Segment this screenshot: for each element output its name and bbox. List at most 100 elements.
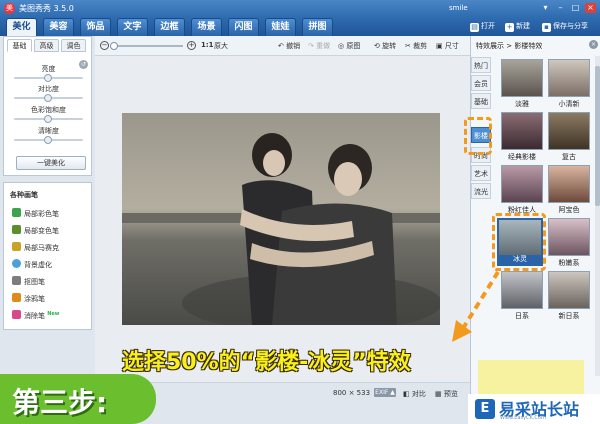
new-button[interactable]: + 新建 bbox=[505, 21, 530, 32]
tab-accessories[interactable]: 饰品 bbox=[80, 18, 111, 36]
brush-label: 消除笔 bbox=[24, 312, 45, 320]
folder-icon: ▤ bbox=[470, 23, 479, 32]
zoom-knob[interactable] bbox=[110, 42, 118, 50]
tab-doll[interactable]: 娃娃 bbox=[265, 18, 296, 36]
open-label: 打开 bbox=[481, 22, 495, 30]
effect-label: 复古 bbox=[562, 153, 576, 161]
category-streamer[interactable]: 流光 bbox=[471, 183, 491, 199]
category-basic[interactable]: 基础 bbox=[471, 93, 491, 109]
tab-collage[interactable]: 拼图 bbox=[302, 18, 333, 36]
highlight-category bbox=[464, 117, 492, 155]
brush-item[interactable]: 局部变色笔 bbox=[12, 225, 59, 236]
effect-thumb[interactable] bbox=[548, 165, 590, 203]
brush-item[interactable]: 抠图笔 bbox=[12, 276, 45, 287]
zoom-out-icon[interactable]: − bbox=[100, 41, 109, 50]
recolor-brush-icon bbox=[12, 225, 21, 234]
crop-button[interactable]: ✂ 裁剪 bbox=[405, 41, 427, 51]
category-hot[interactable]: 热门 bbox=[471, 57, 491, 73]
slider-knob[interactable] bbox=[44, 94, 52, 102]
tab-beautify[interactable]: 美化 bbox=[6, 18, 37, 36]
brush-item[interactable]: 局部马赛克 bbox=[12, 242, 59, 253]
cutout-icon bbox=[12, 276, 21, 285]
redo-button[interactable]: ↷ 重做 bbox=[308, 41, 330, 51]
close-effects-icon[interactable]: × bbox=[589, 40, 598, 49]
effects-scrollbar[interactable] bbox=[595, 56, 600, 376]
brush-item[interactable]: 背景虚化 bbox=[12, 259, 52, 270]
compare-button[interactable]: ◧ 对比 bbox=[403, 389, 426, 399]
pencil-icon bbox=[12, 293, 21, 302]
tab-frame[interactable]: 边框 bbox=[154, 18, 185, 36]
preview-button[interactable]: ▦ 预览 bbox=[435, 389, 458, 399]
skin-icon[interactable]: ▾ bbox=[540, 3, 551, 13]
effect-thumb[interactable] bbox=[548, 271, 590, 309]
maximize-icon[interactable]: □ bbox=[570, 3, 581, 13]
category-lomo[interactable]: 会员 bbox=[471, 75, 491, 91]
rotate-label: 旋转 bbox=[382, 42, 397, 50]
redo-label: 重做 bbox=[316, 42, 331, 50]
auto-beautify-button[interactable]: 一键美化 bbox=[16, 156, 86, 170]
undo-button[interactable]: ↶ 撤销 bbox=[278, 41, 300, 51]
zoom-slider[interactable] bbox=[110, 42, 183, 50]
save-icon: ▪ bbox=[542, 23, 551, 32]
effect-thumb[interactable] bbox=[501, 112, 543, 150]
title-bar: 美 美图秀秀 3.5.0 smile ▾ – □ × bbox=[0, 0, 600, 17]
save-share-button[interactable]: ▪ 保存与分享 bbox=[542, 21, 588, 32]
brush-label: 背景虚化 bbox=[24, 261, 52, 269]
photo-image[interactable] bbox=[122, 113, 440, 325]
save-share-label: 保存与分享 bbox=[553, 22, 588, 30]
exif-badge[interactable]: EXIF ▲ bbox=[374, 388, 396, 397]
tab-text[interactable]: 文字 bbox=[117, 18, 148, 36]
compare-label: 对比 bbox=[411, 390, 426, 398]
enlarge-label[interactable]: 原大 bbox=[214, 41, 228, 51]
color-brush-icon bbox=[12, 208, 21, 217]
effect-thumb[interactable] bbox=[548, 218, 590, 256]
rotate-button[interactable]: ⟲ 旋转 bbox=[374, 41, 396, 51]
original-button[interactable]: ◎ 原图 bbox=[338, 41, 360, 51]
effect-label: 新日系 bbox=[558, 312, 580, 320]
close-icon[interactable]: × bbox=[585, 3, 596, 13]
effect-label: 粉嫩系 bbox=[558, 259, 580, 267]
sharpness-slider[interactable] bbox=[14, 136, 83, 144]
slider-knob[interactable] bbox=[44, 74, 52, 82]
saturation-slider[interactable] bbox=[14, 115, 83, 123]
effect-thumb[interactable] bbox=[501, 165, 543, 203]
open-button[interactable]: ▤ 打开 bbox=[470, 21, 495, 32]
resize-button[interactable]: ▣ 尺寸 bbox=[436, 41, 459, 51]
preview-label: 预览 bbox=[443, 390, 458, 398]
scroll-thumb[interactable] bbox=[595, 66, 600, 206]
subtab-advanced[interactable]: 高级 bbox=[34, 39, 59, 52]
highlight-effect bbox=[492, 213, 546, 271]
effect-label: 阿宝色 bbox=[558, 206, 580, 214]
brush-label: 涂鸦笔 bbox=[24, 295, 45, 303]
tab-beauty[interactable]: 美容 bbox=[43, 18, 74, 36]
actual-size-button[interactable]: 1:1 bbox=[201, 41, 214, 49]
canvas-area[interactable] bbox=[95, 56, 470, 382]
tab-scene[interactable]: 场景 bbox=[191, 18, 222, 36]
subtab-tint[interactable]: 调色 bbox=[61, 39, 86, 52]
brush-item[interactable]: 局部彩色笔 bbox=[12, 208, 59, 219]
user-name[interactable]: smile bbox=[449, 4, 468, 12]
category-art[interactable]: 艺术 bbox=[471, 165, 491, 181]
minimize-icon[interactable]: – bbox=[555, 3, 566, 13]
effect-thumb[interactable] bbox=[501, 59, 543, 97]
effects-breadcrumb: 特效展示 > 影楼特效 bbox=[476, 42, 543, 50]
sharpness-label: 清晰度 bbox=[38, 127, 59, 135]
zoom-in-icon[interactable]: + bbox=[187, 41, 196, 50]
crop-label: 裁剪 bbox=[413, 42, 428, 50]
subtab-basic[interactable]: 基础 bbox=[7, 39, 32, 52]
watermark-logo-icon: E bbox=[475, 399, 495, 419]
original-label: 原图 bbox=[346, 42, 361, 50]
brush-item[interactable]: 消除笔 New bbox=[12, 310, 59, 321]
effect-thumb[interactable] bbox=[548, 59, 590, 97]
contrast-slider[interactable] bbox=[14, 94, 83, 102]
slider-knob[interactable] bbox=[44, 136, 52, 144]
effect-thumb[interactable] bbox=[548, 112, 590, 150]
member-badge: 会员 bbox=[474, 80, 488, 88]
slider-knob[interactable] bbox=[44, 115, 52, 123]
brightness-slider[interactable] bbox=[14, 74, 83, 82]
brush-label: 局部变色笔 bbox=[24, 227, 59, 235]
contrast-label: 对比度 bbox=[38, 85, 59, 93]
image-size: 800 × 533 bbox=[333, 389, 371, 397]
tab-flash[interactable]: 闪图 bbox=[228, 18, 259, 36]
brush-item[interactable]: 涂鸦笔 bbox=[12, 293, 45, 304]
